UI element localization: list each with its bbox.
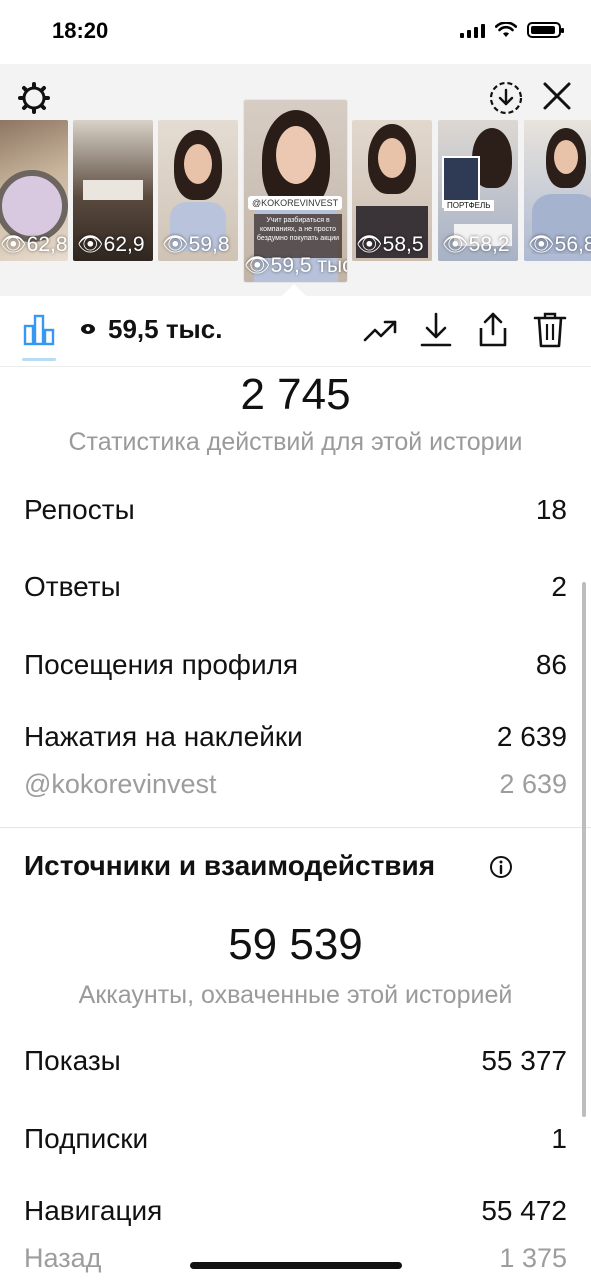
save-download-icon[interactable]: [488, 80, 524, 116]
scrollbar[interactable]: [582, 582, 586, 1117]
story-thumbnail-selected[interactable]: @KOKOREVINVEST Учит разбираться в компан…: [244, 100, 347, 282]
stat-label: Ответы: [24, 571, 121, 602]
story-view-count: 59,5 тыс.: [108, 314, 223, 344]
story-thumbnail[interactable]: 👁︎59,8: [158, 120, 238, 261]
stat-value: 55 472: [481, 1195, 567, 1226]
status-time: 18:20: [52, 18, 109, 43]
stat-value: 1: [551, 1123, 567, 1154]
section-divider: [0, 827, 591, 828]
story-thumbnail[interactable]: 👁︎56,8: [524, 120, 591, 261]
stat-value: 86: [535, 649, 567, 680]
stat-row-impressions: Показы 55 377: [24, 1045, 567, 1085]
mention-sticker: @KOKOREVINVEST: [248, 196, 343, 210]
story-thumbnail[interactable]: 👁︎58,5: [352, 120, 432, 261]
reach-total: 59 539: [228, 920, 363, 969]
settings-gear-icon[interactable]: [18, 82, 50, 114]
stat-row-reposts: Репосты 18: [24, 494, 567, 534]
stat-row-sticker-taps: Нажатия на наклейки 2 639: [24, 721, 567, 761]
portfolio-label: ПОРТФЕЛЬ: [444, 200, 494, 211]
stat-row-follows: Подписки 1: [24, 1123, 567, 1163]
close-icon[interactable]: [541, 80, 573, 112]
story-thumbnail[interactable]: 👁︎62,9: [73, 120, 153, 261]
download-icon[interactable]: [416, 310, 456, 350]
thumbnail-views: 👁︎62,8: [0, 233, 68, 256]
stat-label: Навигация: [24, 1195, 163, 1226]
stat-value: 18: [535, 494, 567, 525]
story-caption: Учит разбираться в компаниях, а не прост…: [254, 214, 342, 258]
story-thumbnail[interactable]: 👁︎62,8: [0, 120, 68, 261]
thumbnail-views: 👁︎59,5 тыс.: [244, 254, 347, 277]
battery-icon: [527, 22, 564, 38]
interactions-total: 2 745: [240, 370, 351, 419]
story-thumbnails: 👁︎62,8 👁︎62,9 👁︎59,8 @KOKOREVINVEST Учит…: [0, 100, 591, 282]
thumbnail-views: 👁︎62,9: [77, 233, 145, 256]
reach-caption: Аккаунты, охваченные этой историей: [78, 981, 513, 1009]
thumbnail-views: 👁︎56,8: [528, 233, 591, 256]
stat-row-profile-visits: Посещения профиля 86: [24, 649, 567, 689]
stat-row-navigation: Навигация 55 472: [24, 1195, 567, 1235]
home-indicator[interactable]: [190, 1262, 402, 1269]
thumbnail-views: 👁︎58,2: [442, 233, 510, 256]
stat-value: 2: [551, 571, 567, 602]
selected-pointer: [282, 284, 306, 296]
stat-label: Репосты: [24, 494, 135, 525]
stat-value: 1 375: [499, 1243, 567, 1273]
story-thumbnail[interactable]: ПОРТФЕЛЬ 👁︎58,2: [438, 120, 518, 261]
status-bar: 18:20: [0, 0, 591, 64]
stat-label: @kokorevinvest: [24, 769, 217, 799]
stat-value: 2 639: [496, 721, 567, 752]
stat-value: 55 377: [481, 1045, 567, 1076]
stat-label: Нажатия на наклейки: [24, 721, 303, 752]
section-title: Источники и взаимодействия: [24, 850, 436, 881]
stat-label: Подписки: [24, 1123, 149, 1154]
delete-trash-icon[interactable]: [530, 310, 570, 350]
status-icons: [460, 22, 564, 38]
stat-value: 2 639: [499, 769, 567, 799]
thumbnail-views: 👁︎58,5: [356, 233, 424, 256]
active-tab-indicator: [22, 358, 56, 361]
stat-label: Назад: [24, 1243, 102, 1273]
story-action-bar: 59,5 тыс.: [0, 296, 591, 367]
eye-icon: [81, 324, 95, 334]
wifi-icon: [495, 22, 517, 37]
stat-row-mention-sticker[interactable]: @kokorevinvest 2 639: [24, 769, 567, 809]
promote-trend-icon[interactable]: [361, 310, 401, 350]
stat-label: Посещения профиля: [24, 649, 299, 680]
stat-row-replies: Ответы 2: [24, 571, 567, 611]
cellular-signal-icon: [460, 22, 485, 38]
interactions-caption: Статистика действий для этой истории: [68, 428, 523, 456]
thumbnail-views: 👁︎59,8: [162, 233, 230, 256]
stat-label: Показы: [24, 1045, 121, 1076]
insights-bar-chart-icon[interactable]: [22, 312, 56, 346]
info-icon[interactable]: [489, 855, 513, 879]
share-icon[interactable]: [473, 310, 513, 350]
